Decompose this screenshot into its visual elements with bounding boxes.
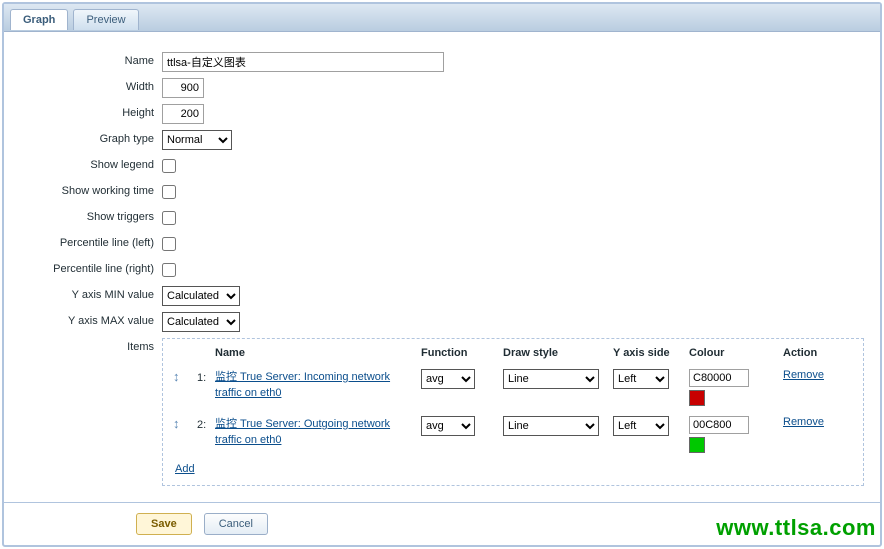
tab-preview[interactable]: Preview [73, 9, 138, 30]
drag-handle-icon[interactable]: ↕ [173, 414, 180, 431]
yaxis-select[interactable]: Left [613, 416, 669, 436]
items-header: Name Function Draw style Y axis side Col… [173, 347, 853, 359]
save-button[interactable]: Save [136, 513, 192, 535]
graph-type-select[interactable]: Normal [162, 130, 232, 150]
label-height: Height [14, 104, 162, 119]
show-legend-checkbox[interactable] [162, 159, 176, 173]
watermark: www.ttlsa.com [716, 515, 876, 541]
label-show-triggers: Show triggers [14, 208, 162, 223]
height-input[interactable] [162, 104, 204, 124]
table-row: ↕ 1: 监控 True Server: Incoming network tr… [173, 369, 853, 406]
drawstyle-select[interactable]: Line [503, 369, 599, 389]
label-ymin: Y axis MIN value [14, 286, 162, 301]
item-link[interactable]: 监控 True Server: Outgoing network traffic… [215, 416, 411, 448]
width-input[interactable] [162, 78, 204, 98]
row-number: 2: [197, 416, 215, 431]
tab-bar: Graph Preview [4, 4, 880, 32]
ymax-select[interactable]: Calculated [162, 312, 240, 332]
label-pct-left: Percentile line (left) [14, 234, 162, 249]
tab-graph[interactable]: Graph [10, 9, 68, 30]
ymin-select[interactable]: Calculated [162, 286, 240, 306]
label-show-working: Show working time [14, 182, 162, 197]
form-content: Name Width Height Graph type Normal [4, 32, 880, 502]
header-colour: Colour [689, 347, 783, 359]
header-action: Action [783, 347, 841, 359]
row-number: 1: [197, 369, 215, 384]
yaxis-select[interactable]: Left [613, 369, 669, 389]
item-link[interactable]: 监控 True Server: Incoming network traffic… [215, 369, 411, 401]
show-working-checkbox[interactable] [162, 185, 176, 199]
footer-bar: Save Cancel www.ttlsa.com [4, 502, 880, 545]
add-link[interactable]: Add [173, 463, 195, 475]
label-name: Name [14, 52, 162, 67]
pct-right-checkbox[interactable] [162, 263, 176, 277]
name-input[interactable] [162, 52, 444, 72]
colour-swatch[interactable] [689, 390, 705, 406]
header-yaxis: Y axis side [613, 347, 689, 359]
pct-left-checkbox[interactable] [162, 237, 176, 251]
show-triggers-checkbox[interactable] [162, 211, 176, 225]
label-width: Width [14, 78, 162, 93]
main-panel: Graph Preview Name Width Height Graph ty… [2, 2, 882, 547]
colour-input[interactable] [689, 416, 749, 434]
drag-handle-icon[interactable]: ↕ [173, 367, 180, 384]
drawstyle-select[interactable]: Line [503, 416, 599, 436]
label-ymax: Y axis MAX value [14, 312, 162, 327]
cancel-button[interactable]: Cancel [204, 513, 268, 535]
label-pct-right: Percentile line (right) [14, 260, 162, 275]
function-select[interactable]: avg [421, 416, 475, 436]
label-graph-type: Graph type [14, 130, 162, 145]
header-drawstyle: Draw style [503, 347, 613, 359]
items-box: Name Function Draw style Y axis side Col… [162, 338, 864, 486]
label-show-legend: Show legend [14, 156, 162, 171]
colour-swatch[interactable] [689, 437, 705, 453]
table-row: ↕ 2: 监控 True Server: Outgoing network tr… [173, 416, 853, 453]
header-function: Function [421, 347, 503, 359]
remove-link[interactable]: Remove [783, 369, 824, 381]
header-name: Name [215, 347, 421, 359]
colour-input[interactable] [689, 369, 749, 387]
function-select[interactable]: avg [421, 369, 475, 389]
remove-link[interactable]: Remove [783, 416, 824, 428]
label-items: Items [14, 338, 162, 353]
